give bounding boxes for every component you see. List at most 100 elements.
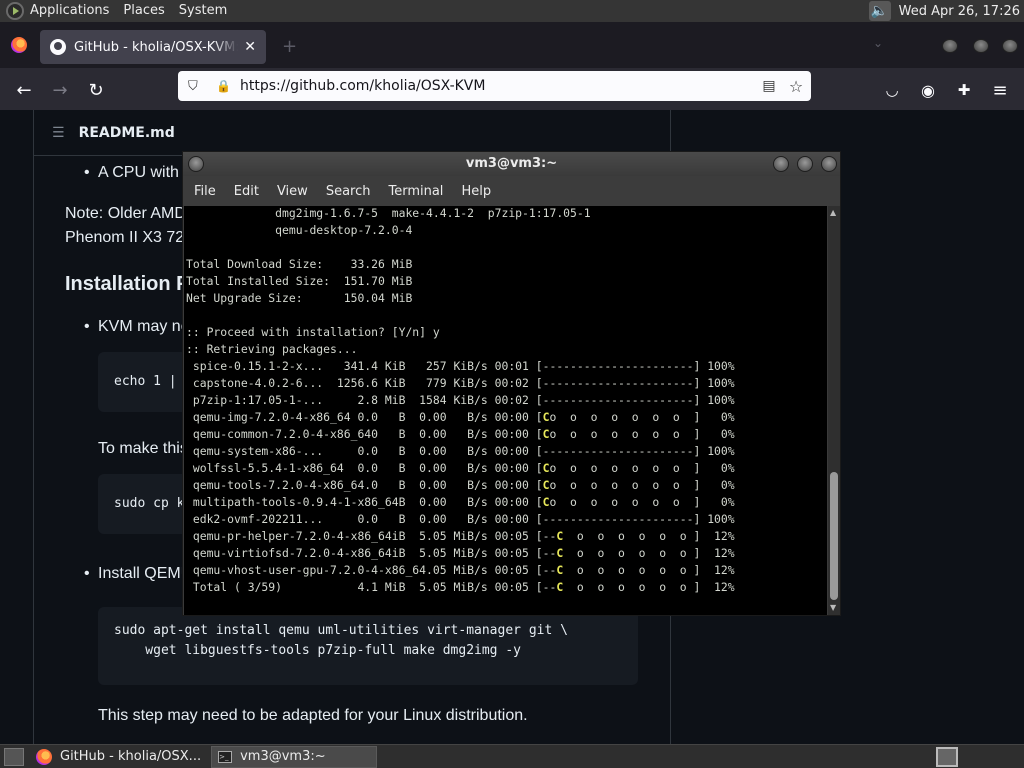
- panel-clock[interactable]: Wed Apr 26, 17:26: [899, 4, 1024, 19]
- progress-pacman: C: [556, 546, 564, 560]
- close-window-button[interactable]: [1002, 39, 1018, 53]
- task-terminal[interactable]: >_ vm3@vm3:~: [211, 745, 378, 768]
- terminal-title: vm3@vm3:~: [465, 156, 558, 171]
- scrollbar-thumb[interactable]: [830, 472, 838, 600]
- menu-file[interactable]: File: [185, 184, 225, 199]
- places-menu[interactable]: Places: [117, 0, 172, 22]
- terminal-line: Total Download Size: 33.26 MiB: [186, 257, 413, 271]
- tracking-shield-icon[interactable]: ⛉: [188, 79, 202, 94]
- progress-pacman: C: [542, 427, 550, 441]
- progress-pacman: C: [542, 478, 550, 492]
- code-block-apt-get: sudo apt-get install qemu uml-utilities …: [98, 607, 638, 685]
- desktop: Applications Places System 🔈 Wed Apr 26,…: [0, 0, 1024, 768]
- code-apt-line-1: sudo apt-get install qemu uml-utilities …: [114, 623, 568, 638]
- terminal-output: dmg2img-1.6.7-5 make-4.4.1-2 p7zip-1:17.…: [186, 206, 735, 596]
- task-firefox-label: GitHub - kholia/OSX...: [60, 749, 202, 764]
- tab-title: GitHub - kholia/OSX-KVM: R: [74, 39, 239, 55]
- minimize-button[interactable]: [942, 39, 958, 53]
- maximize-button[interactable]: [973, 39, 989, 53]
- account-icon[interactable]: ◉: [914, 76, 942, 104]
- app-menu-icon[interactable]: ≡: [986, 76, 1014, 104]
- github-favicon-icon: [50, 39, 66, 55]
- extensions-icon[interactable]: ✚: [950, 76, 978, 104]
- code-apt-line-2: wget libguestfs-tools p7zip-full make dm…: [114, 643, 521, 658]
- tab-bar: GitHub - kholia/OSX-KVM: R ✕ + ⌄: [0, 22, 1024, 68]
- terminal-icon: >_: [218, 750, 233, 763]
- terminal-line: qemu-common-7.2.0-4-x86_640 B 0.00 B/s 0…: [186, 427, 735, 441]
- terminal-line: wolfssl-5.5.4-1-x86_64 0.0 B 0.00 B/s 00…: [186, 461, 735, 475]
- outline-list-icon[interactable]: ☰: [52, 125, 65, 141]
- task-firefox[interactable]: GitHub - kholia/OSX...: [30, 746, 207, 768]
- terminal-line: :: Retrieving packages...: [186, 342, 358, 356]
- terminal-window: vm3@vm3:~ File Edit View Search Terminal…: [182, 151, 841, 616]
- menu-search[interactable]: Search: [317, 184, 380, 199]
- terminal-line: capstone-4.0.2-6... 1256.6 KiB 779 KiB/s…: [186, 376, 735, 390]
- terminal-minimize-button[interactable]: [773, 156, 789, 172]
- new-tab-button[interactable]: +: [282, 36, 297, 57]
- url-text[interactable]: https://github.com/kholia/OSX-KVM: [240, 78, 757, 94]
- terminal-scrollbar[interactable]: ▲ ▼: [828, 206, 840, 615]
- panel-tray: 🔈 Wed Apr 26, 17:26: [868, 0, 1024, 22]
- back-arrow-icon[interactable]: ←: [10, 76, 38, 104]
- progress-pacman: C: [556, 580, 564, 594]
- close-tab-icon[interactable]: ✕: [244, 39, 256, 55]
- firefox-view-icon[interactable]: [11, 37, 27, 53]
- forward-arrow-icon[interactable]: →: [46, 76, 74, 104]
- terminal-titlebar[interactable]: vm3@vm3:~: [183, 152, 840, 176]
- lock-icon[interactable]: 🔒: [216, 79, 231, 93]
- workspace-switcher[interactable]: [936, 746, 958, 767]
- distro-logo-icon[interactable]: [6, 2, 24, 20]
- progress-pacman: C: [556, 529, 564, 543]
- pocket-icon[interactable]: ◡: [878, 76, 906, 104]
- tab-github[interactable]: GitHub - kholia/OSX-KVM: R ✕: [40, 30, 266, 64]
- reader-view-icon[interactable]: ▤: [757, 78, 781, 94]
- show-desktop-icon[interactable]: [4, 747, 24, 766]
- terminal-maximize-button[interactable]: [797, 156, 813, 172]
- system-menu[interactable]: System: [173, 0, 235, 22]
- tab-list-chevron-icon[interactable]: ⌄: [873, 36, 883, 50]
- bottom-panel: GitHub - kholia/OSX... >_ vm3@vm3:~: [0, 744, 1024, 768]
- terminal-line: qemu-tools-7.2.0-4-x86_64.0 B 0.00 B/s 0…: [186, 478, 735, 492]
- window-menu-button[interactable]: [188, 156, 204, 172]
- applications-menu[interactable]: Applications: [24, 0, 117, 22]
- reload-icon[interactable]: ↻: [82, 76, 110, 104]
- installation-heading: Installation P: [65, 273, 190, 295]
- scroll-down-arrow-icon[interactable]: ▼: [830, 603, 836, 612]
- bookmark-star-icon[interactable]: ☆: [781, 77, 811, 96]
- menu-view[interactable]: View: [268, 184, 317, 199]
- terminal-line: dmg2img-1.6.7-5 make-4.4.1-2 p7zip-1:17.…: [186, 206, 591, 220]
- terminal-line: qemu-system-x86-... 0.0 B 0.00 B/s 00:00…: [186, 444, 735, 458]
- volume-icon[interactable]: 🔈: [868, 1, 891, 21]
- top-panel: Applications Places System 🔈 Wed Apr 26,…: [0, 0, 1024, 22]
- terminal-screen[interactable]: dmg2img-1.6.7-5 make-4.4.1-2 p7zip-1:17.…: [184, 206, 827, 615]
- progress-pacman: C: [556, 563, 564, 577]
- terminal-line: qemu-virtiofsd-7.2.0-4-x86_64iB 5.05 MiB…: [186, 546, 735, 560]
- readme-header: ☰ README.md: [34, 110, 670, 156]
- code-sudo-cp-text: sudo cp k: [114, 496, 185, 511]
- terminal-line: Net Upgrade Size: 150.04 MiB: [186, 291, 413, 305]
- menu-terminal[interactable]: Terminal: [379, 184, 452, 199]
- terminal-line: edk2-ovmf-202211... 0.0 B 0.00 B/s 00:00…: [186, 512, 735, 526]
- navigation-bar: ← → ↻ ⛉ 🔒 https://github.com/kholia/OSX-…: [0, 68, 1024, 110]
- firefox-icon: [36, 748, 52, 765]
- readme-title[interactable]: README.md: [79, 125, 175, 141]
- to-make-text: To make this: [98, 440, 188, 457]
- progress-pacman: C: [542, 495, 550, 509]
- terminal-line: multipath-tools-0.9.4-1-x86_64B 0.00 B/s…: [186, 495, 735, 509]
- note-line-2: Phenom II X3 72: [65, 229, 185, 246]
- terminal-line: Total Installed Size: 151.70 MiB: [186, 274, 413, 288]
- terminal-close-button[interactable]: [821, 156, 837, 172]
- install-qemu-bullet: Install QEMU: [84, 565, 192, 583]
- terminal-line: :: Proceed with installation? [Y/n] y: [186, 325, 440, 339]
- task-terminal-label: vm3@vm3:~: [240, 749, 326, 764]
- terminal-line: qemu-img-7.2.0-4-x86_64 0.0 B 0.00 B/s 0…: [186, 410, 735, 424]
- menu-help[interactable]: Help: [452, 184, 500, 199]
- code-echo-text: echo 1 |: [114, 374, 177, 389]
- scroll-up-arrow-icon[interactable]: ▲: [830, 208, 836, 217]
- url-bar[interactable]: ⛉ 🔒 https://github.com/kholia/OSX-KVM ▤ …: [178, 71, 811, 101]
- menu-edit[interactable]: Edit: [225, 184, 268, 199]
- adapt-note: This step may need to be adapted for you…: [98, 707, 528, 724]
- terminal-line: Total ( 3/59) 4.1 MiB 5.05 MiB/s 00:05 […: [186, 580, 735, 594]
